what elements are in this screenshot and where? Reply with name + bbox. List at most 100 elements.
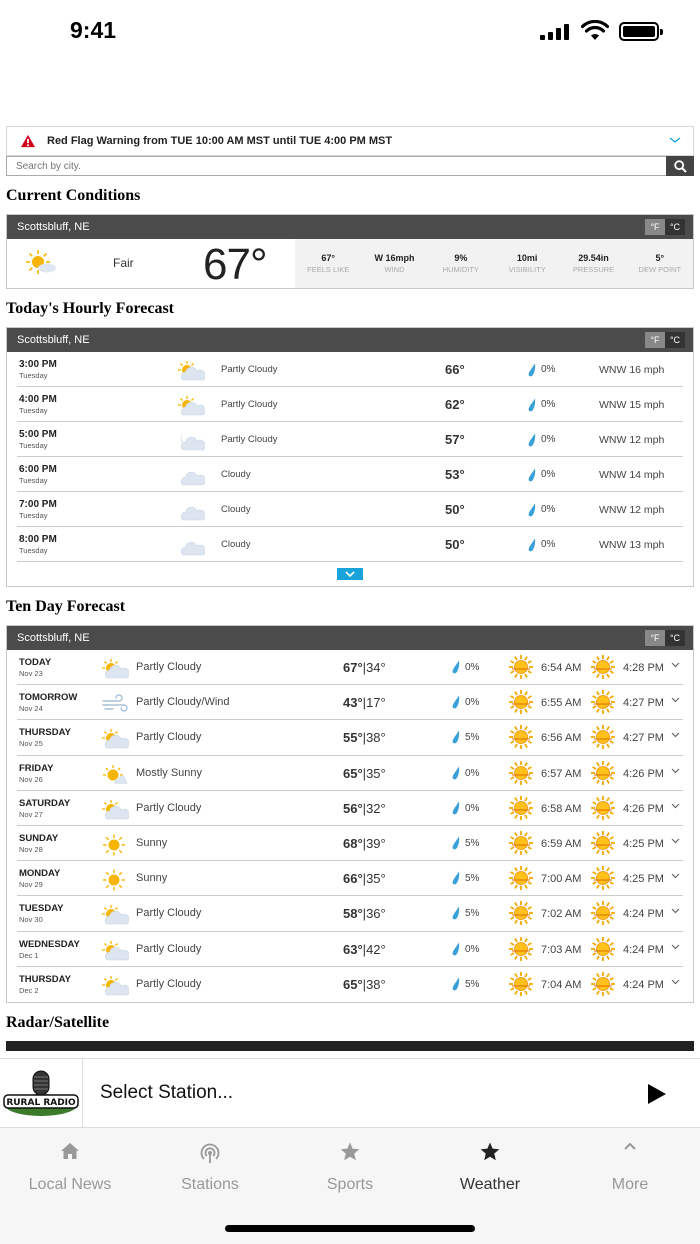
day-high: 68° (343, 835, 363, 851)
station-select[interactable]: Select Station... (100, 1082, 233, 1104)
tab-stations[interactable]: Stations (140, 1142, 280, 1194)
day-row[interactable]: SATURDAY Nov 27 Partly Cloudy 56°|32° 0% 6:58… (17, 791, 683, 826)
hourly-row: 6:00 PM Tuesday Cloudy 53° 0% WNW 14 mph (17, 457, 683, 492)
unit-toggle: °F °C (645, 219, 685, 235)
current-temp: 67° (203, 240, 268, 289)
expand-button[interactable] (337, 568, 363, 580)
day-precip: 0% (465, 767, 480, 779)
ten-day-heading: Ten Day Forecast (6, 598, 126, 615)
day-name: TUESDAY (19, 903, 64, 915)
unit-toggle: °F °C (645, 332, 685, 348)
chevron-up-icon (624, 1142, 636, 1150)
raindrop-icon (452, 836, 460, 850)
day-date: Nov 29 (19, 880, 43, 890)
hour-time: 4:00 PM (19, 394, 57, 405)
day-condition: Partly Cloudy/Wind (136, 696, 230, 709)
celsius-button[interactable]: °C (665, 630, 685, 646)
show-more-hours (7, 562, 693, 586)
day-row[interactable]: WEDNESDAY Dec 1 Partly Cloudy 63°|42° 0% 7:03… (17, 932, 683, 967)
hour-time: 5:00 PM (19, 429, 57, 440)
ten-day-panel: Scottsbluff, NE °F °C TODAY Nov 23 Partly … (6, 625, 694, 1003)
day-condition: Partly Cloudy (136, 942, 202, 955)
sunset-icon (591, 690, 615, 715)
raindrop-icon (528, 503, 536, 517)
hour-day: Tuesday (19, 371, 48, 380)
sunrise-time: 6:57 AM (541, 767, 582, 780)
day-row[interactable]: SUNDAY Nov 28 Sunny 68°|39° 5% 6:59 AM 4:25 PM (17, 826, 683, 862)
sunset-icon (591, 795, 615, 820)
fahrenheit-button[interactable]: °F (645, 219, 665, 235)
day-name: MONDAY (19, 868, 61, 880)
radar-map[interactable] (6, 1040, 694, 1051)
day-row[interactable]: TODAY Nov 23 Partly Cloudy 67°|34° 0% 6:54 AM… (17, 650, 683, 686)
fahrenheit-button[interactable]: °F (645, 332, 665, 348)
hour-day: Tuesday (19, 476, 48, 485)
day-hi-lo: 63°|42° (343, 941, 386, 957)
current-location-header: Scottsbluff, NE °F °C (7, 215, 693, 239)
day-hi-lo: 58°|36° (343, 906, 386, 922)
chevron-down-icon[interactable] (671, 662, 680, 668)
day-date: Nov 25 (19, 739, 43, 749)
sunset-icon (591, 655, 615, 679)
tab-weather[interactable]: Weather (420, 1142, 560, 1194)
audio-player: RURAL RADIO Select Station... (0, 1058, 700, 1128)
day-condition: Partly Cloudy (136, 731, 202, 744)
day-hi-lo: 68°|39° (343, 835, 386, 851)
chevron-down-icon[interactable] (671, 768, 680, 774)
raindrop-icon (528, 433, 536, 447)
chevron-down-icon[interactable] (671, 908, 680, 914)
day-date: Nov 23 (19, 669, 43, 678)
chevron-down-icon[interactable] (671, 803, 680, 809)
sunrise-time: 6:55 AM (541, 697, 582, 710)
tab-sports[interactable]: Sports (280, 1142, 420, 1194)
day-row[interactable]: MONDAY Nov 29 Sunny 66°|35° 5% 7:00 AM 4:25 PM (17, 861, 683, 897)
search-input[interactable] (7, 157, 666, 175)
sunrise-time: 6:54 AM (541, 662, 582, 674)
day-row[interactable]: TUESDAY Nov 30 Partly Cloudy 58°|36° 5% 7:02 … (17, 896, 683, 932)
hourly-row: 8:00 PM Tuesday Cloudy 50° 0% WNW 13 mph (17, 527, 683, 562)
chevron-down-icon[interactable] (669, 135, 681, 145)
day-name: FRIDAY (19, 762, 54, 774)
day-low: 35° (366, 871, 386, 887)
hourly-heading: Today's Hourly Forecast (6, 300, 175, 317)
chevron-down-icon[interactable] (671, 697, 680, 703)
day-low: 42° (366, 941, 386, 957)
alert-text: Red Flag Warning from TUE 10:00 AM MST u… (47, 135, 393, 147)
day-hi-lo: 56°|32° (343, 800, 386, 816)
raindrop-icon (528, 538, 536, 552)
cloudy-icon (181, 506, 206, 521)
chevron-down-icon[interactable] (671, 732, 680, 738)
day-date: Dec 1 (19, 950, 39, 960)
celsius-button[interactable]: °C (665, 332, 685, 348)
play-icon[interactable] (646, 1083, 668, 1105)
day-high: 58° (343, 906, 363, 922)
day-row[interactable]: THURSDAY Dec 2 Partly Cloudy 65°|38° 5% 7:04 … (17, 967, 683, 1002)
day-condition: Sunny (136, 836, 168, 849)
tab-local-news[interactable]: Local News (0, 1142, 140, 1194)
chevron-down-icon[interactable] (671, 979, 680, 985)
celsius-button[interactable]: °C (665, 219, 685, 235)
day-hi-lo: 65°|38° (343, 976, 386, 992)
day-high: 67° (343, 660, 363, 675)
raindrop-icon (452, 906, 460, 920)
raindrop-icon (452, 801, 460, 815)
hour-condition: Cloudy (221, 539, 251, 550)
day-row[interactable]: THURSDAY Nov 25 Partly Cloudy 55°|38° 5% 6:56… (17, 720, 683, 756)
raindrop-icon (452, 660, 460, 674)
day-high: 63° (343, 941, 363, 957)
cloudy-icon (181, 541, 206, 556)
chevron-down-icon[interactable] (671, 838, 680, 844)
day-row[interactable]: TOMORROW Nov 24 Partly Cloudy/Wind 43°|17° 0… (17, 685, 683, 721)
day-date: Nov 28 (19, 844, 43, 854)
partly-cloudy-night-icon (180, 432, 206, 451)
day-low: 32° (366, 800, 386, 816)
day-name: SATURDAY (19, 797, 71, 809)
search-button[interactable] (666, 156, 694, 176)
day-row[interactable]: FRIDAY Nov 26 Mostly Sunny 65°|35° 0% 6:57 AM… (17, 756, 683, 791)
partly-cloudy-icon (102, 905, 130, 925)
chevron-down-icon[interactable] (671, 873, 680, 879)
red-flag-alert[interactable]: Red Flag Warning from TUE 10:00 AM MST u… (6, 126, 694, 156)
tab-more[interactable]: More (560, 1142, 700, 1194)
fahrenheit-button[interactable]: °F (645, 630, 665, 646)
chevron-down-icon[interactable] (671, 944, 680, 950)
